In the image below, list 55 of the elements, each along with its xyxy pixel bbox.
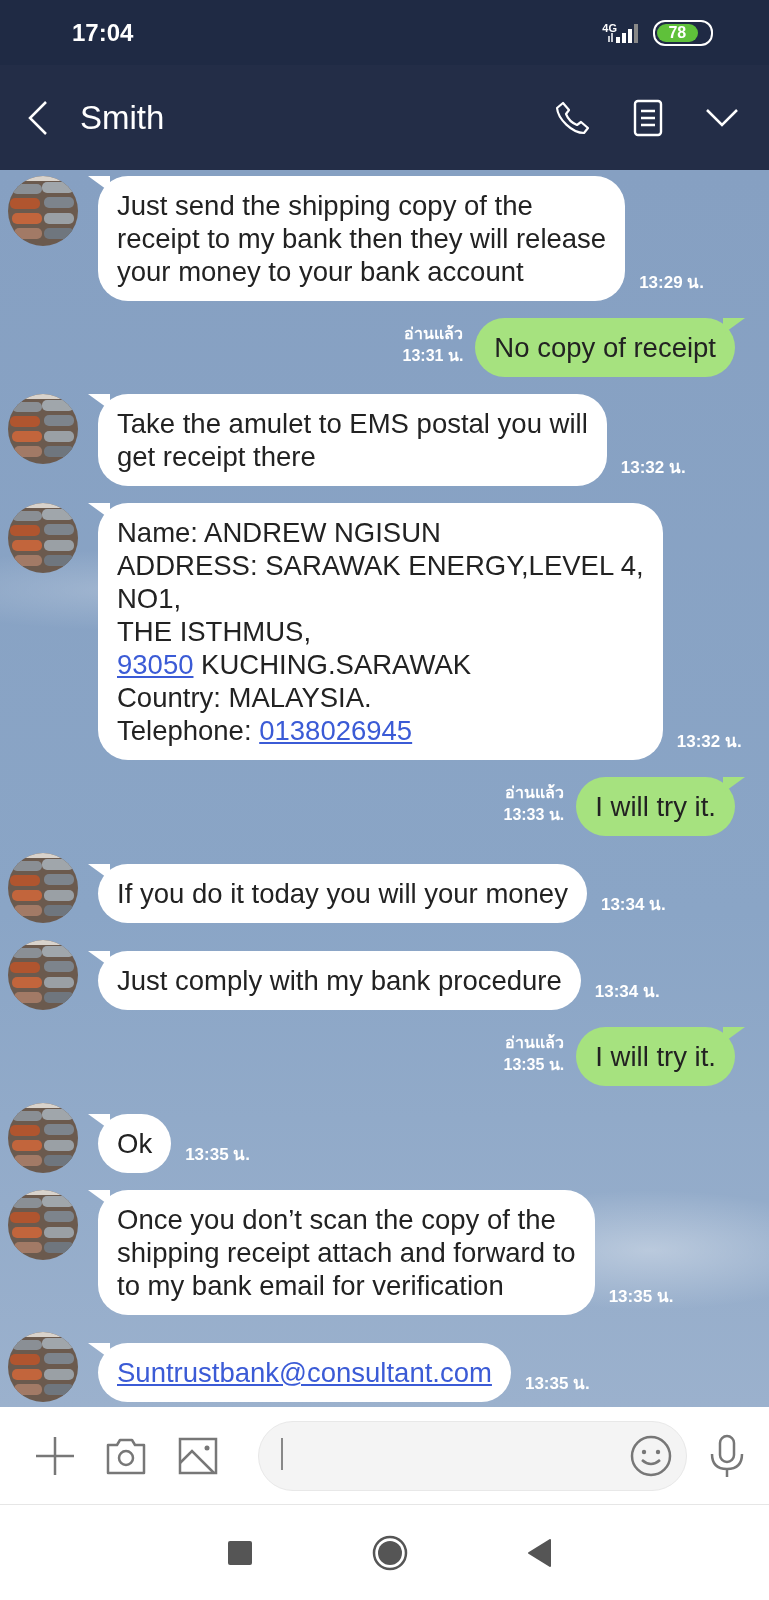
text-cursor-icon — [281, 1437, 283, 1470]
message-text: Ok — [117, 1127, 153, 1160]
message-time: 13:35 น. — [503, 1055, 565, 1075]
message-text: I will try it. — [595, 790, 716, 823]
back-nav-button[interactable] — [527, 1538, 552, 1567]
phone-icon — [555, 99, 591, 136]
message-text: Take the amulet to EMS postal you will get receipt there — [117, 407, 588, 473]
home-circle-icon — [371, 1534, 408, 1571]
plus-icon — [34, 1434, 76, 1477]
battery-icon: 78 — [653, 19, 713, 46]
image-icon — [178, 1436, 218, 1475]
message-text: Name: ANDREW NGISUN ADDRESS: SARAWAK ENERGY,LEVEL 4, NO1, THE ISTHMUS, 93050 KUCHING.SARAWAK Country: MALAYSIA. Telephone: 0138026945 — [117, 516, 644, 747]
chevron-down-icon — [705, 107, 739, 128]
message-time: 13:34 น. — [594, 981, 660, 1003]
message-text: Just comply with my bank procedure — [117, 964, 562, 997]
gallery-button[interactable] — [178, 1436, 218, 1475]
message-text: I will try it. — [595, 1040, 716, 1073]
microphone-icon — [709, 1433, 745, 1478]
link[interactable]: Suntrustbank@consultant.com — [117, 1357, 492, 1388]
message-time: 13:35 น. — [185, 1144, 251, 1166]
document-icon — [633, 98, 663, 137]
message-time: 13:34 น. — [600, 894, 666, 916]
camera-button[interactable] — [106, 1436, 146, 1475]
add-button[interactable] — [34, 1434, 76, 1477]
message-time: 13:29 น. — [639, 272, 705, 294]
message-time: 13:35 น. — [608, 1286, 674, 1308]
read-receipt: อ่านแล้ว — [505, 1033, 565, 1053]
notes-button[interactable] — [633, 98, 663, 137]
message-time: 13:33 น. — [503, 805, 565, 825]
back-button[interactable] — [26, 98, 50, 137]
read-receipt: อ่านแล้ว — [505, 783, 565, 803]
clock-time: 17:04 — [72, 18, 135, 47]
link[interactable]: 0138026945 — [259, 715, 413, 746]
network-type: 4G — [602, 22, 617, 34]
message-time: 13:32 น. — [620, 457, 686, 479]
message-text: Once you don’t scan the copy of the shipping receipt attach and forward to to my bank email for verification — [117, 1203, 576, 1302]
message-time: 13:31 น. — [402, 346, 464, 366]
home-button[interactable] — [371, 1534, 408, 1571]
triangle-left-icon — [527, 1538, 552, 1567]
link[interactable]: 93050 — [117, 649, 194, 680]
phone-button[interactable] — [555, 99, 591, 136]
message-time: 13:35 น. — [524, 1373, 590, 1395]
smiley-icon[interactable] — [630, 1434, 672, 1477]
square-icon — [227, 1540, 252, 1565]
message-text: If you do it today you will your money — [117, 877, 568, 910]
dropdown-button[interactable] — [705, 107, 739, 128]
recent-apps-button[interactable] — [227, 1540, 252, 1565]
message-text: Just send the shipping copy of the receipt to my bank then they will release your money to your bank account — [117, 189, 607, 288]
message-text: No copy of receipt — [494, 331, 716, 364]
microphone-button[interactable] — [709, 1433, 745, 1478]
chat-title: Smith — [80, 98, 166, 137]
read-receipt: อ่านแล้ว — [404, 324, 464, 344]
chevron-left-icon — [26, 98, 50, 137]
camera-icon — [106, 1436, 146, 1475]
message-time: 13:32 น. — [676, 731, 742, 753]
